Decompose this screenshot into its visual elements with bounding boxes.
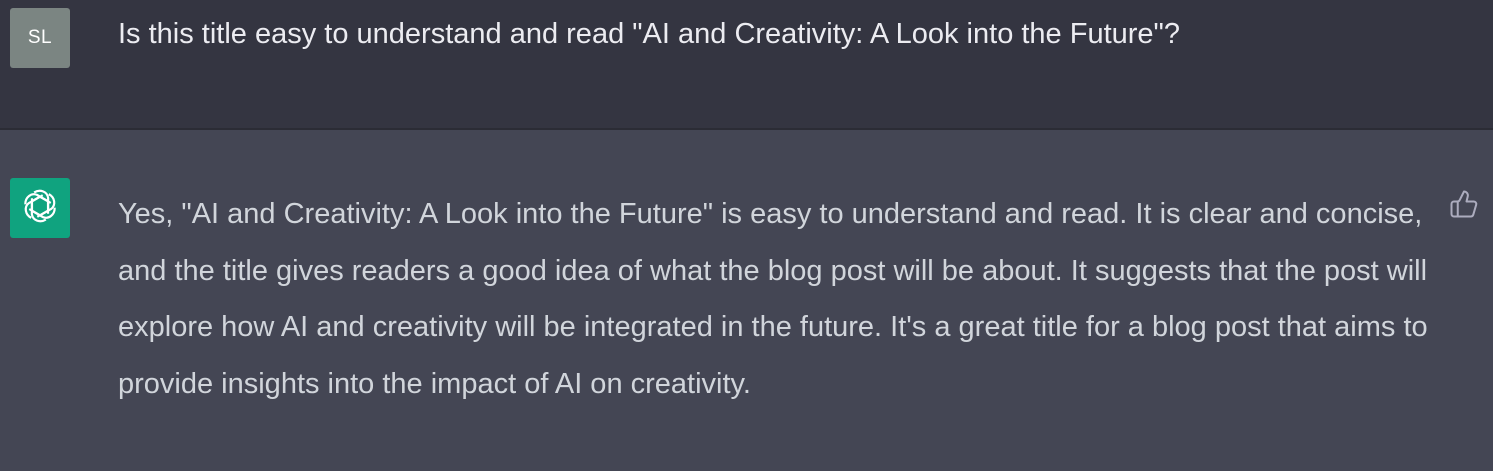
assistant-avatar bbox=[10, 178, 70, 238]
thumbs-up-button[interactable] bbox=[1444, 186, 1484, 226]
user-avatar: SL bbox=[10, 8, 70, 68]
assistant-message-row: Yes, "AI and Creativity: A Look into the… bbox=[0, 130, 1493, 471]
assistant-message-text: Yes, "AI and Creativity: A Look into the… bbox=[118, 198, 1428, 400]
user-message-row: SL Is this title easy to understand and … bbox=[0, 0, 1493, 128]
thumbs-up-icon bbox=[1449, 189, 1479, 224]
user-message-text: Is this title easy to understand and rea… bbox=[118, 18, 1180, 50]
openai-logo-icon bbox=[21, 187, 59, 230]
user-avatar-initials: SL bbox=[27, 27, 53, 48]
